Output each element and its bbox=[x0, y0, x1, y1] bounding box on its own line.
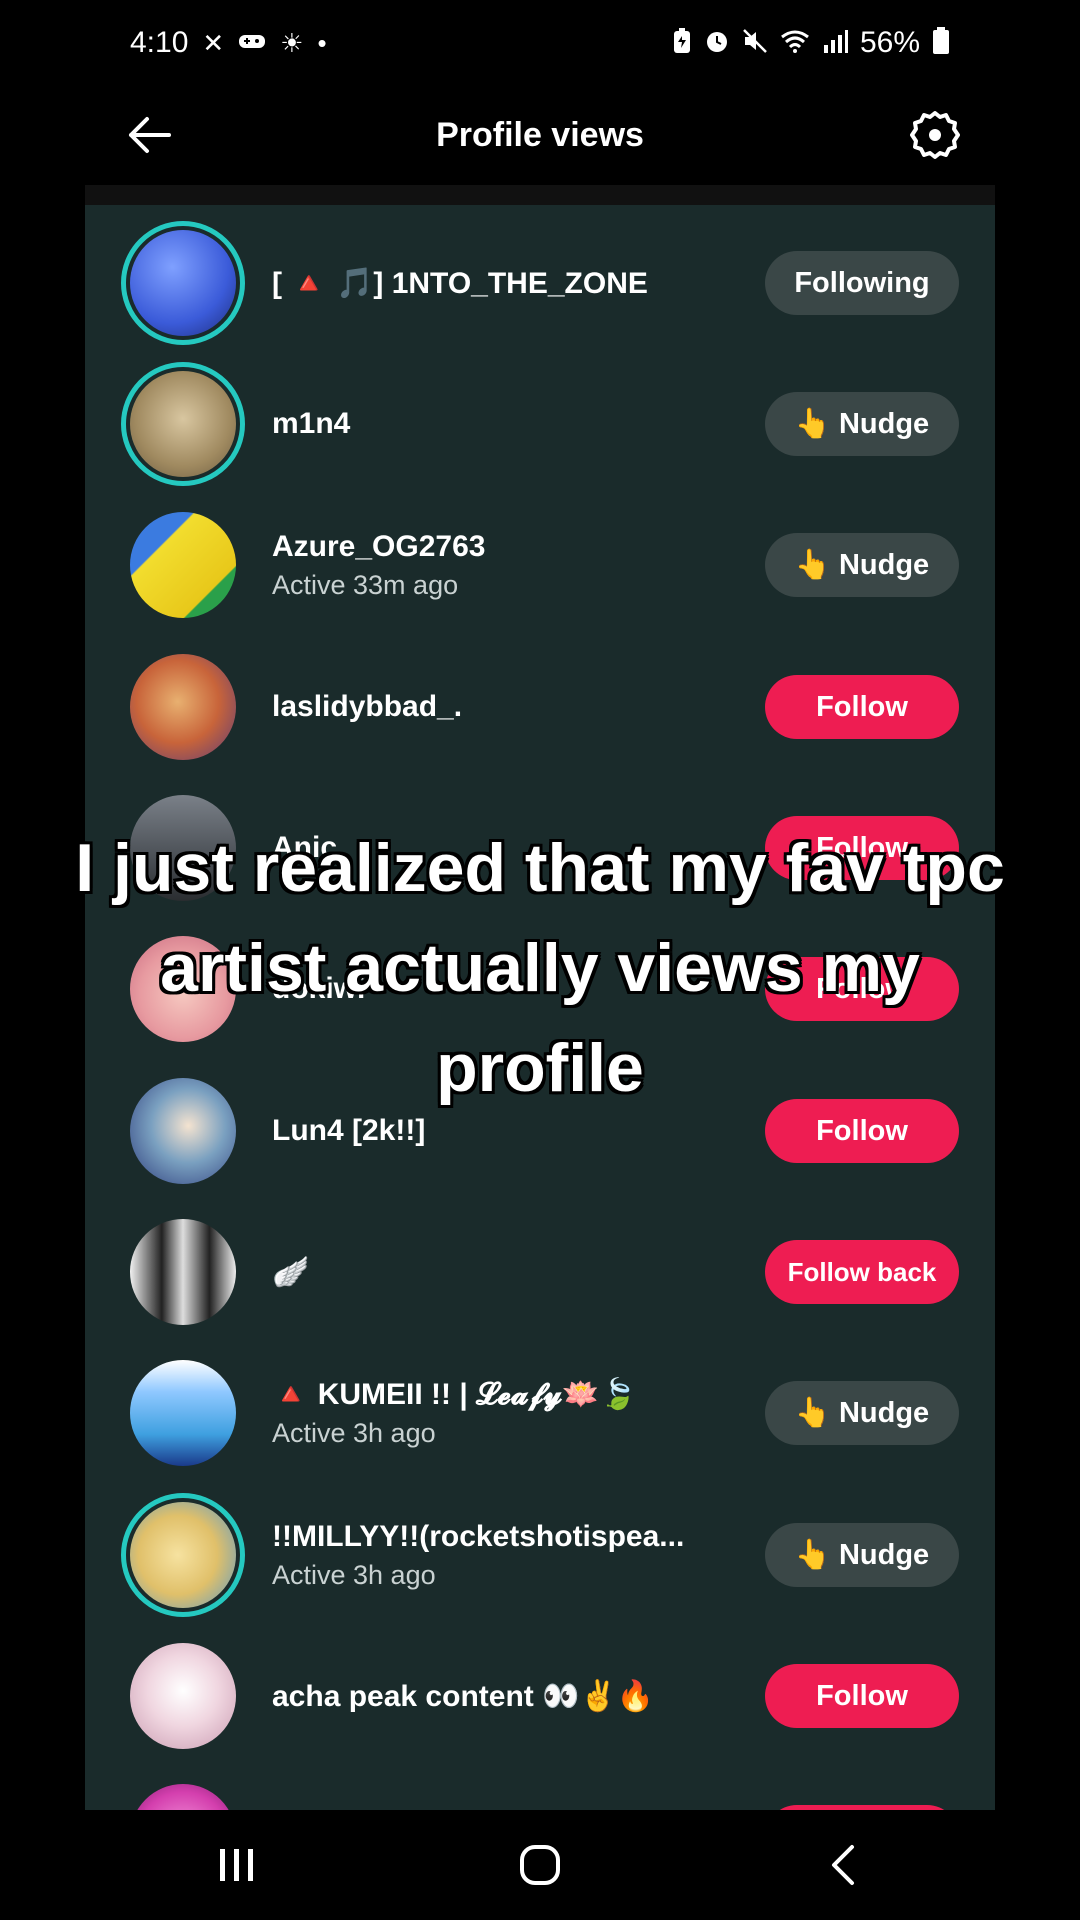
status-time: 4:10 bbox=[130, 25, 189, 59]
settings-button[interactable] bbox=[907, 107, 963, 163]
follow-back-button[interactable]: Follow back bbox=[765, 1240, 959, 1304]
home-icon bbox=[519, 1845, 560, 1885]
gear-icon bbox=[910, 111, 960, 159]
activity-status: Active 3h ago bbox=[272, 1559, 436, 1590]
battery-percent: 56% bbox=[859, 25, 920, 59]
game-controller-icon bbox=[238, 30, 266, 56]
status-left: 4:10 ✕ ☀ • bbox=[130, 26, 327, 60]
avatar[interactable] bbox=[121, 362, 245, 486]
recent-apps-icon bbox=[219, 1849, 253, 1881]
username[interactable]: 🪽 bbox=[272, 1255, 762, 1290]
avatar[interactable] bbox=[121, 1493, 245, 1617]
caption-line: I just realized that my fav tpc bbox=[75, 830, 1005, 906]
wifi-icon bbox=[780, 29, 810, 57]
list-item[interactable]: [ 🔺 🎵] 1NTO_THE_ZONE Following bbox=[85, 205, 995, 345]
follow-button[interactable]: Follow bbox=[765, 675, 959, 739]
username[interactable]: [ 🔺 🎵] 1NTO_THE_ZONE bbox=[272, 266, 762, 301]
username[interactable]: 🔺 KUMEII !! | 𝓛𝓮𝓪𝓯𝔂🪷🍃 bbox=[272, 1377, 762, 1412]
username[interactable]: Lun4 [2k!!] bbox=[272, 1114, 762, 1148]
chevron-left-icon bbox=[832, 1845, 855, 1885]
list-item[interactable]: laslidybbad_. Follow bbox=[85, 629, 995, 769]
mute-icon bbox=[742, 28, 768, 58]
back-button[interactable] bbox=[121, 107, 177, 163]
avatar[interactable] bbox=[121, 1351, 245, 1475]
list-item[interactable]: acha peak content 👀✌️🔥 Follow bbox=[85, 1618, 995, 1758]
avatar[interactable] bbox=[121, 1210, 245, 1334]
avatar[interactable] bbox=[121, 503, 245, 627]
video-caption-overlay: I just realized that my fav tpc artist a… bbox=[0, 818, 1080, 1118]
list-item[interactable]: !!MILLYY!!(rocketshotispea... Active 3h a… bbox=[85, 1477, 995, 1617]
arrow-left-icon bbox=[129, 117, 171, 153]
following-button[interactable]: Following bbox=[765, 251, 959, 315]
avatar[interactable] bbox=[121, 1634, 245, 1758]
status-right: 56% bbox=[672, 26, 950, 60]
brightness-icon: ☀ bbox=[280, 27, 304, 58]
back-nav-button[interactable] bbox=[803, 1825, 883, 1905]
username[interactable]: !!MILLYY!!(rocketshotispea... bbox=[272, 1520, 762, 1554]
nudge-button[interactable]: 👆 Nudge bbox=[765, 1381, 959, 1445]
avatar[interactable] bbox=[121, 645, 245, 769]
nudge-button[interactable]: 👆 Nudge bbox=[765, 1523, 959, 1587]
list-item[interactable]: 🔺 KUMEII !! | 𝓛𝓮𝓪𝓯𝔂🪷🍃 Active 3h ago 👆 Nud… bbox=[85, 1335, 995, 1475]
app-header: Profile views bbox=[85, 85, 995, 185]
avatar[interactable] bbox=[121, 1775, 245, 1810]
battery-icon bbox=[932, 26, 950, 59]
signal-icon bbox=[822, 29, 848, 57]
username[interactable]: laslidybbad_. bbox=[272, 690, 762, 724]
username[interactable]: m1n4 bbox=[272, 407, 762, 441]
page-title: Profile views bbox=[436, 115, 644, 154]
list-item[interactable]: 🪽 Follow back bbox=[85, 1194, 995, 1334]
activity-status: Active 3h ago bbox=[272, 1418, 436, 1448]
alarm-icon bbox=[704, 28, 730, 58]
battery-saver-icon bbox=[672, 27, 692, 58]
system-nav-bar bbox=[85, 1810, 995, 1920]
nudge-button[interactable]: 👆 Nudge bbox=[765, 533, 959, 597]
nudge-button[interactable]: 👆 Nudge bbox=[765, 392, 959, 456]
notification-dot-icon: • bbox=[317, 27, 327, 58]
username[interactable]: acha peak content 👀✌️🔥 bbox=[272, 1679, 762, 1714]
header-divider bbox=[85, 185, 995, 205]
avatar[interactable] bbox=[121, 221, 245, 345]
activity-status: Active 33m ago bbox=[272, 569, 459, 600]
tools-icon: ✕ bbox=[202, 27, 225, 58]
status-bar: 4:10 ✕ ☀ • 56% bbox=[85, 0, 995, 85]
list-item[interactable]: m1n4 👆 Nudge bbox=[85, 346, 995, 486]
caption-line: profile bbox=[436, 1030, 644, 1106]
list-item[interactable] bbox=[85, 1759, 995, 1810]
caption-line: artist actually views my bbox=[160, 930, 920, 1006]
home-button[interactable] bbox=[500, 1825, 580, 1905]
username[interactable]: Azure_OG2763 bbox=[272, 530, 762, 564]
list-item[interactable]: Azure_OG2763 Active 33m ago 👆 Nudge bbox=[85, 487, 995, 627]
recent-apps-button[interactable] bbox=[197, 1825, 277, 1905]
follow-button[interactable]: Follow bbox=[765, 1664, 959, 1728]
